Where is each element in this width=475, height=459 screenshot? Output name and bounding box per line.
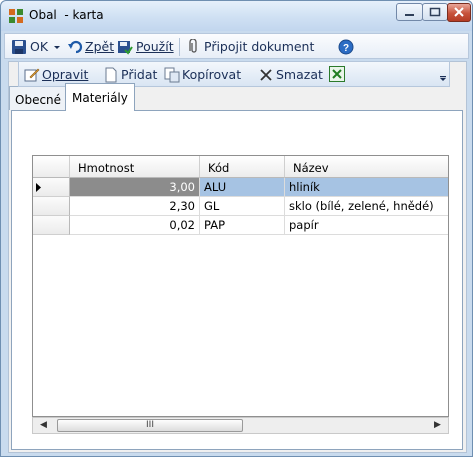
column-header-code[interactable]: Kód xyxy=(200,156,285,178)
column-header-weight[interactable]: Hmotnost xyxy=(70,156,200,178)
add-button[interactable]: Přidat xyxy=(121,67,157,82)
cell-weight[interactable]: 2,30 xyxy=(70,197,200,216)
cell-weight[interactable]: 0,02 xyxy=(70,216,200,235)
title-bar[interactable]: Obal - karta xyxy=(1,1,472,31)
window-title: Obal - karta xyxy=(29,8,104,22)
scroll-right-button[interactable]: ▶ xyxy=(429,418,446,433)
maximize-button[interactable] xyxy=(422,3,448,21)
copy-button[interactable]: Kopírovat xyxy=(182,67,241,82)
add-icon xyxy=(105,67,117,83)
row-header[interactable] xyxy=(33,216,70,235)
current-row-icon xyxy=(36,183,41,192)
edit-button[interactable]: Opravit xyxy=(42,67,88,82)
grid-corner-header xyxy=(33,156,70,178)
cell-code[interactable]: GL xyxy=(200,197,285,216)
app-icon xyxy=(9,9,23,23)
main-toolbar: OK Zpět Použít Připojit dokument ? xyxy=(4,33,469,59)
materials-grid[interactable]: Hmotnost Kód Název 3,00 ALU hliník 2,30 … xyxy=(32,155,449,417)
maximize-icon xyxy=(429,7,441,17)
minimize-icon xyxy=(405,14,414,16)
save-icon xyxy=(12,40,26,54)
horizontal-scrollbar[interactable]: ◀ III ▶ xyxy=(32,417,449,434)
excel-icon[interactable] xyxy=(329,66,345,82)
toolbar-separator xyxy=(179,38,180,56)
scroll-left-button[interactable]: ◀ xyxy=(35,418,52,433)
undo-icon xyxy=(68,40,83,54)
dropdown-icon[interactable] xyxy=(52,39,62,55)
cell-name[interactable]: sklo (bílé, zelené, hnědé) xyxy=(285,197,448,216)
cell-weight[interactable]: 3,00 xyxy=(70,178,200,197)
column-header-name[interactable]: Název xyxy=(285,156,448,178)
tab-general[interactable]: Obecné xyxy=(9,86,66,110)
attach-icon xyxy=(189,39,197,53)
edit-icon xyxy=(24,68,40,82)
cell-name[interactable]: hliník xyxy=(285,178,448,197)
window: Obal - karta OK Zpět Použít Připojit dok… xyxy=(0,0,473,457)
cell-name[interactable]: papír xyxy=(285,216,448,235)
minimize-button[interactable] xyxy=(396,3,423,21)
scroll-thumb[interactable]: III xyxy=(57,419,243,432)
delete-button[interactable]: Smazat xyxy=(276,67,323,82)
row-header[interactable] xyxy=(33,178,70,197)
back-button[interactable]: Zpět xyxy=(85,39,114,54)
apply-button[interactable]: Použít xyxy=(136,39,174,54)
row-header[interactable] xyxy=(33,197,70,216)
delete-icon xyxy=(260,69,272,81)
apply-icon xyxy=(118,41,133,55)
ok-button[interactable]: OK xyxy=(30,39,48,54)
svg-text:?: ? xyxy=(343,43,349,54)
overflow-icon[interactable] xyxy=(438,67,448,83)
help-icon[interactable]: ? xyxy=(338,39,354,55)
cell-code[interactable]: PAP xyxy=(200,216,285,235)
attach-document-button[interactable]: Připojit dokument xyxy=(204,39,314,54)
copy-icon xyxy=(164,67,180,83)
close-icon xyxy=(454,7,464,17)
cell-code[interactable]: ALU xyxy=(200,178,285,197)
close-button[interactable] xyxy=(447,3,471,22)
tab-materials[interactable]: Materiály xyxy=(65,83,135,111)
